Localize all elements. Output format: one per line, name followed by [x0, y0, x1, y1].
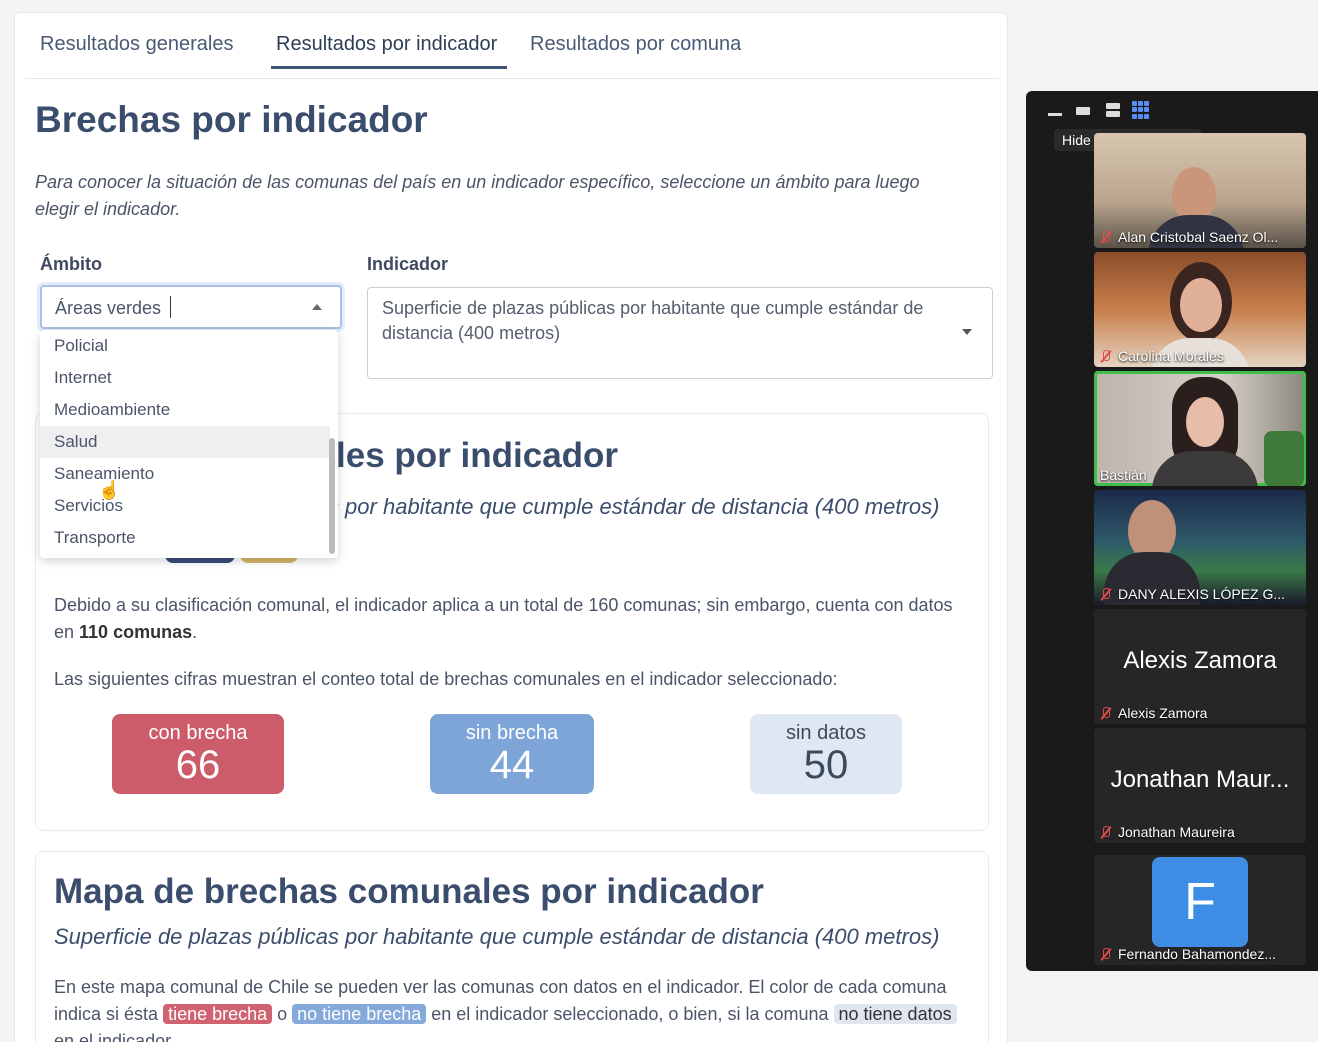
stat-sin-brecha: sin brecha 44: [430, 714, 594, 794]
coverage-count: 110 comunas: [79, 622, 193, 642]
mic-muted-icon: [1100, 707, 1112, 719]
participant-face: [1186, 397, 1224, 447]
ambito-label: Ámbito: [40, 254, 102, 274]
screen: Resultados generales Resultados por indi…: [0, 0, 1318, 1042]
page-title: Brechas por indicador: [35, 99, 428, 140]
legend-tiene-brecha: tiene brecha: [163, 1004, 273, 1024]
stat-sin-datos-label: sin datos: [785, 722, 867, 744]
minimize-icon[interactable]: [1048, 113, 1062, 116]
participant-tile[interactable]: DANY ALEXIS LÓPEZ G...: [1094, 490, 1306, 605]
mapa-card-subtitle: Superficie de plazas públicas por habita…: [54, 924, 940, 949]
participant-name-text: Carolina Morales: [1118, 348, 1224, 364]
option-policial[interactable]: Policial: [40, 330, 330, 362]
participant-name: Fernando Bahamondez...: [1100, 946, 1276, 962]
stat-sin-brecha-value: 44: [489, 743, 535, 787]
tab-resultados-por-comuna[interactable]: Resultados por comuna: [530, 33, 741, 56]
video-call-panel: Hide thumbnail video Alan Cristobal Saen…: [1026, 91, 1318, 971]
mapa-card-title: Mapa de brechas comunales por indicador: [54, 872, 764, 911]
coverage-text-b: .: [192, 622, 198, 642]
mapa-description: En este mapa comunal de Chile se pueden …: [54, 974, 974, 1042]
ambito-select[interactable]: Áreas verdes: [40, 285, 342, 329]
participant-display-name: Jonathan Maur...: [1110, 766, 1290, 793]
stat-con-brecha: con brecha 66: [112, 714, 284, 794]
mapa-text-o: o: [272, 1004, 293, 1024]
participant-name-text: Alan Cristobal Saenz Ol...: [1118, 229, 1279, 245]
mapa-card: Mapa de brechas comunales por indicador …: [35, 851, 989, 1042]
participant-body: [1152, 451, 1258, 486]
caret-up-icon: [312, 304, 322, 310]
mic-muted-icon: [1100, 231, 1112, 243]
option-transporte[interactable]: Transporte: [40, 522, 330, 554]
option-medioambiente[interactable]: Medioambiente: [40, 394, 330, 426]
mic-muted-icon: [1100, 948, 1112, 960]
tab-resultados-por-indicador[interactable]: Resultados por indicador: [276, 33, 497, 56]
option-salud[interactable]: Salud: [40, 426, 330, 458]
indicador-select-value: Superficie de plazas públicas por habita…: [382, 298, 924, 343]
mic-muted-icon: [1100, 588, 1112, 600]
participant-name-text: Jonathan Maureira: [1118, 824, 1235, 840]
participant-tile[interactable]: Alexis Zamora Alexis Zamora: [1094, 609, 1306, 724]
participant-name: Alan Cristobal Saenz Ol...: [1100, 229, 1278, 245]
participant-tile[interactable]: Jonathan Maur... Jonathan Maureira: [1094, 728, 1306, 843]
text-caret: [170, 296, 171, 318]
tab-resultados-generales[interactable]: Resultados generales: [40, 33, 233, 56]
participant-name-text: DANY ALEXIS LÓPEZ G...: [1118, 586, 1286, 602]
dropdown-scrollbar[interactable]: [329, 438, 335, 554]
caret-down-icon: [962, 329, 972, 335]
participant-name: Bastián: [1100, 467, 1147, 483]
indicador-select[interactable]: Superficie de plazas públicas por habita…: [367, 287, 993, 379]
split-view-icon[interactable]: [1106, 103, 1120, 117]
coverage-text: Debido a su clasificación comunal, el in…: [54, 592, 974, 646]
option-saneamiento[interactable]: Saneamiento: [40, 458, 330, 490]
mapa-text-b: en el indicador seleccionado, o bien, si…: [426, 1004, 834, 1024]
legend-no-tiene-brecha: no tiene brecha: [292, 1004, 427, 1024]
participant-tile-speaking[interactable]: Bastián: [1094, 371, 1306, 486]
stat-con-brecha-label: con brecha: [148, 722, 248, 744]
indicador-label: Indicador: [367, 254, 449, 274]
participant-name-text: Alexis Zamora: [1118, 705, 1208, 721]
mapa-text-c: en el indicador.: [54, 1031, 176, 1042]
participant-name: Alexis Zamora: [1100, 705, 1207, 721]
ambito-select-value: Áreas verdes: [55, 298, 162, 318]
participant-tile[interactable]: F Fernando Bahamondez...: [1094, 855, 1306, 965]
participant-tile[interactable]: Alan Cristobal Saenz Ol...: [1094, 133, 1306, 248]
page-description: Para conocer la situación de las comunas…: [35, 172, 920, 219]
plant: [1264, 431, 1304, 486]
count-intro-text: Las siguientes cifras muestran el conteo…: [54, 669, 838, 689]
stat-sin-brecha-label: sin brecha: [465, 722, 559, 744]
option-servicios[interactable]: Servicios: [40, 490, 330, 522]
option-internet[interactable]: Internet: [40, 362, 330, 394]
participant-name: Carolina Morales: [1100, 348, 1224, 364]
active-tab-indicator: [271, 66, 507, 69]
single-view-icon[interactable]: [1076, 107, 1090, 115]
participant-face: [1180, 278, 1222, 332]
stat-con-brecha-value: 66: [175, 743, 221, 787]
grid-view-icon[interactable]: [1132, 101, 1150, 119]
hand-cursor-icon: ☝: [98, 480, 121, 500]
participant-name-text: Fernando Bahamondez...: [1118, 946, 1276, 962]
ambito-dropdown-list: Policial Internet Medioambiente Salud Sa…: [40, 330, 338, 558]
participant-name: DANY ALEXIS LÓPEZ G...: [1100, 586, 1285, 602]
stat-sin-datos-value: 50: [803, 743, 849, 787]
participant-display-name: Alexis Zamora: [1123, 647, 1277, 674]
tab-bar: Resultados generales Resultados por indi…: [25, 13, 999, 79]
avatar: F: [1152, 857, 1248, 947]
legend-no-tiene-datos: no tiene datos: [833, 1004, 957, 1024]
mic-muted-icon: [1100, 826, 1112, 838]
mic-muted-icon: [1100, 350, 1112, 362]
participant-tile[interactable]: Carolina Morales: [1094, 252, 1306, 367]
participant-name: Jonathan Maureira: [1100, 824, 1235, 840]
stat-sin-datos: sin datos 50: [750, 714, 902, 794]
